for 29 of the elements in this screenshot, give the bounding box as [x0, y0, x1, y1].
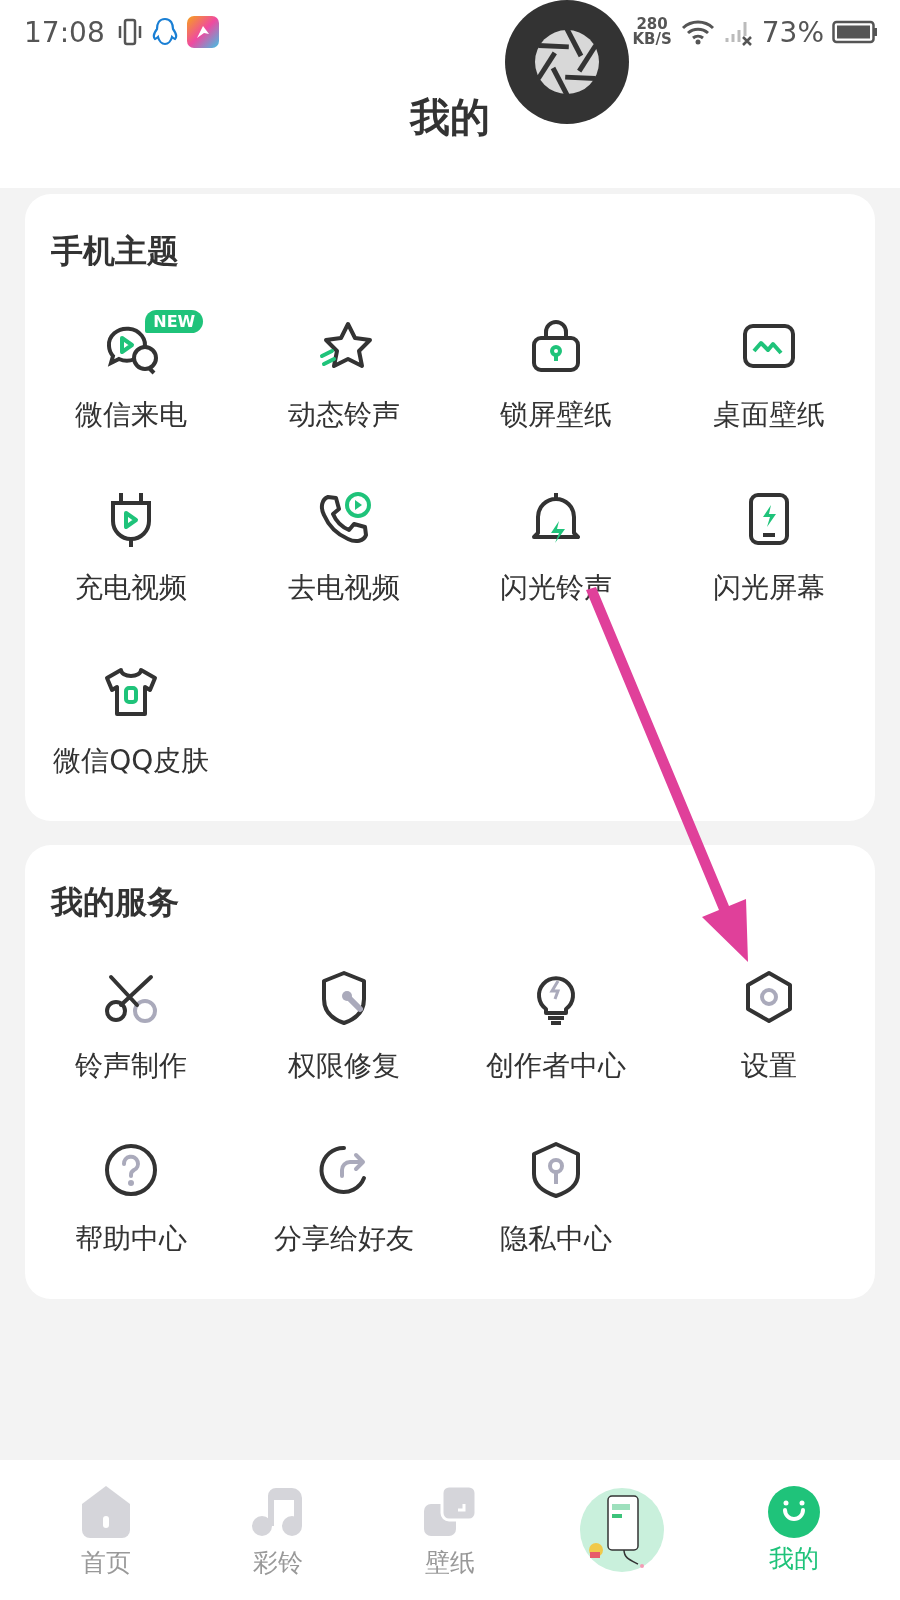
network-speed: 280 KB/S: [632, 17, 672, 47]
smiley-icon: [768, 1485, 820, 1538]
menu-item[interactable]: 铃声制作: [25, 943, 238, 1116]
menu-item[interactable]: 设置: [662, 943, 875, 1116]
menu-item[interactable]: 充电视频: [25, 465, 238, 638]
menu-item[interactable]: 闪光屏幕: [662, 465, 875, 638]
section-title: 我的服务: [51, 882, 180, 923]
menu-item[interactable]: 分享给好友: [237, 1116, 450, 1289]
menu-item[interactable]: 去电视频: [237, 465, 450, 638]
menu-item[interactable]: 微信QQ皮肤: [25, 638, 238, 811]
new-badge: NEW: [145, 310, 204, 333]
menu-item[interactable]: NEW 微信来电: [25, 292, 238, 465]
battery-icon: [832, 20, 878, 44]
menu-item[interactable]: 帮助中心: [25, 1116, 238, 1289]
menu-item[interactable]: 创作者中心: [450, 943, 663, 1116]
penguin-icon: [150, 16, 179, 48]
menu-item[interactable]: 锁屏壁纸: [450, 292, 663, 465]
page-title: 我的: [408, 93, 491, 142]
camera-aperture-icon: [534, 29, 600, 95]
wifi-icon: [679, 18, 716, 46]
vibrate-icon: [116, 17, 143, 47]
section-title: 手机主题: [51, 231, 180, 272]
menu-item[interactable]: 桌面壁纸: [662, 292, 875, 465]
clock-time: 17:08: [24, 15, 105, 49]
menu-item[interactable]: 动态铃声: [237, 292, 450, 465]
app-icon: [186, 16, 219, 48]
menu-item[interactable]: 隐私中心: [450, 1116, 663, 1289]
battery-percentage: 73%: [761, 15, 824, 49]
menu-item[interactable]: 权限修复: [237, 943, 450, 1116]
